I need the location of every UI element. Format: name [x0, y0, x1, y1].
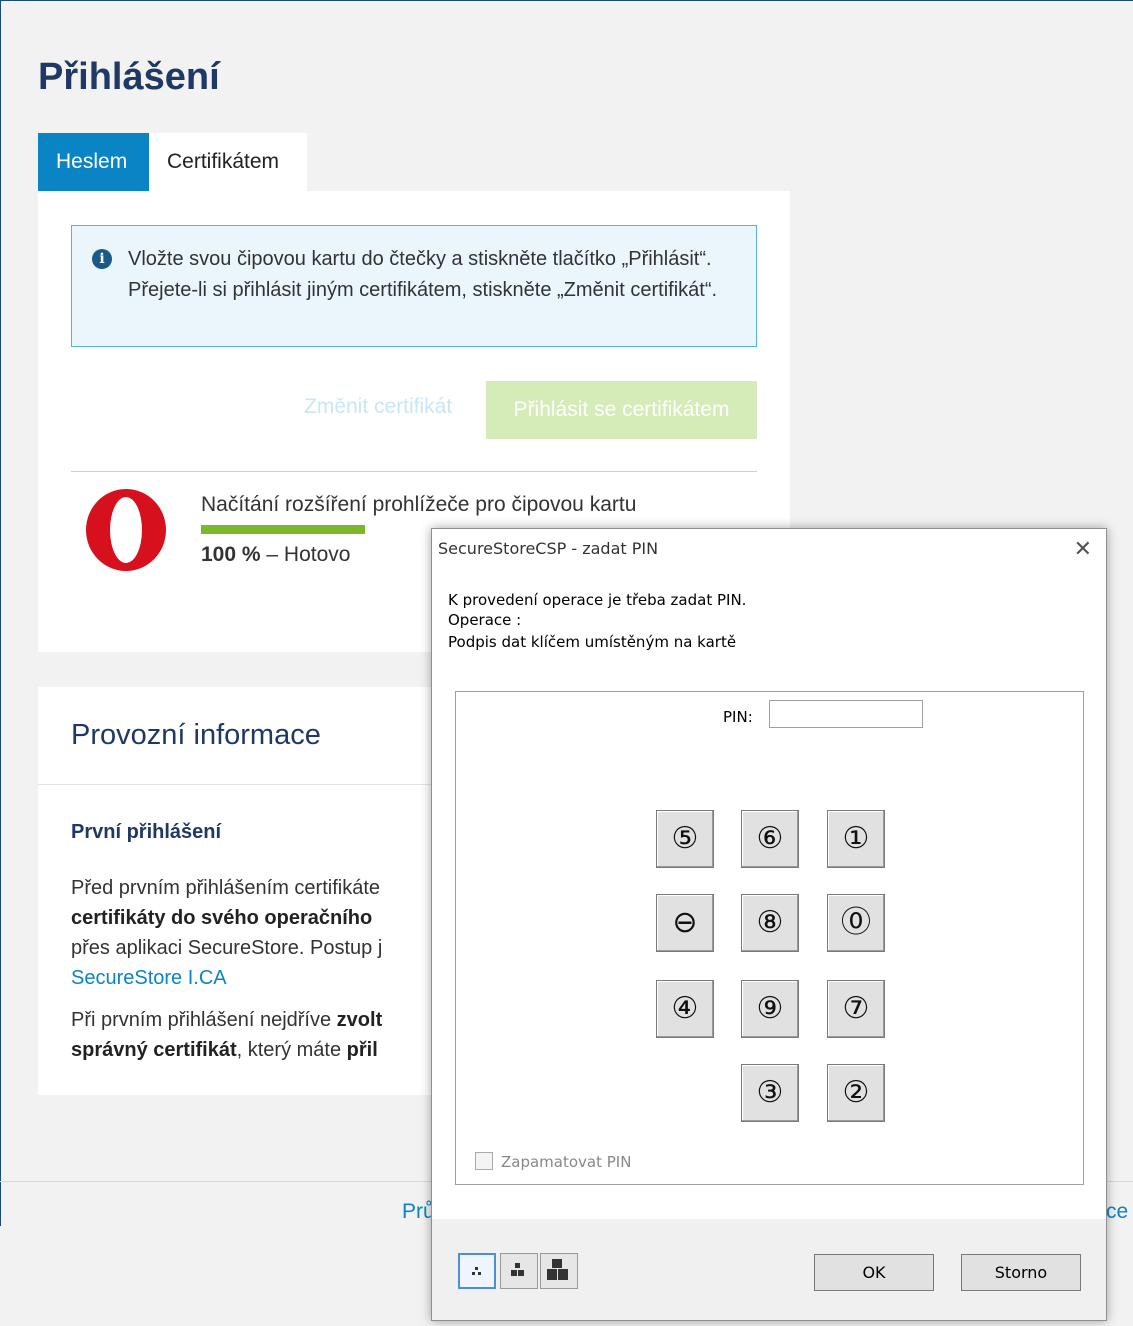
dialog-message-2: Operace :: [448, 611, 522, 629]
cancel-button[interactable]: Storno: [961, 1254, 1081, 1291]
remember-pin-label: Zapamatovat PIN: [501, 1153, 632, 1171]
pin-dialog: SecureStoreCSP - zadat PIN ✕ K provedení…: [431, 528, 1107, 1321]
ok-button[interactable]: OK: [814, 1254, 934, 1291]
close-icon[interactable]: ✕: [1074, 537, 1092, 562]
page-title: Přihlášení: [38, 56, 220, 98]
opera-logo-icon: [86, 489, 166, 571]
pin-input[interactable]: [769, 700, 923, 728]
window-frame-left: [0, 0, 1, 1226]
key-9[interactable]: ⑨: [741, 980, 799, 1038]
remember-pin[interactable]: Zapamatovat PIN: [475, 1152, 631, 1171]
size-large-icon: [547, 1259, 568, 1280]
window-frame-top: [0, 0, 1133, 1]
pin-label: PIN:: [723, 708, 753, 726]
tab-certifikatem[interactable]: Certifikátem: [149, 133, 307, 191]
dialog-message-1: K provedení operace je třeba zadat PIN.: [448, 591, 747, 609]
size-medium-icon: [511, 1263, 524, 1276]
progress-percent: 100 %: [201, 543, 261, 566]
progress-done: Hotovo: [283, 543, 351, 566]
dialog-message-3: Podpis dat klíčem umístěným na kartě: [448, 633, 737, 651]
key-8[interactable]: ⑧: [741, 894, 799, 952]
info-alert: i Vložte svou čipovou kartu do čtečky a …: [71, 225, 757, 347]
key-6[interactable]: ⑥: [741, 810, 799, 868]
para2-text-a: Při prvním přihlášení nejdříve: [71, 1009, 337, 1031]
pin-panel: PIN: ⑤ ⑥ ① ⊖ ⑧ ⓪ ④ ⑨ ⑦ ③ ② Zapamatovat P…: [455, 691, 1084, 1185]
para2-text-c: správný certifikát: [71, 1039, 237, 1061]
para1-text-c: přes aplikaci SecureStore. Postup j: [71, 937, 383, 959]
divider: [71, 471, 757, 472]
key-0[interactable]: ⓪: [827, 894, 885, 952]
para2-text-d: , který máte: [236, 1039, 347, 1061]
info-icon: i: [92, 249, 112, 269]
info-text: Vložte svou čipovou kartu do čtečky a st…: [128, 248, 718, 301]
para2-text-e: přil: [346, 1039, 378, 1061]
backspace-key[interactable]: ⊖: [656, 894, 714, 952]
tab-heslem[interactable]: Heslem: [38, 133, 149, 191]
size-large-button[interactable]: [540, 1253, 578, 1289]
info-card-title: Provozní informace: [71, 719, 321, 751]
progress-bar: [201, 525, 365, 534]
key-2[interactable]: ②: [827, 1064, 885, 1122]
para1-text-a: Před prvním přihlášením certifikáte: [71, 877, 381, 899]
size-medium-button[interactable]: [500, 1253, 538, 1289]
para2-text-b: zvolt: [336, 1009, 383, 1031]
key-7[interactable]: ⑦: [827, 980, 885, 1038]
extension-loading-text: Načítání rozšíření prohlížeče pro čipovo…: [201, 493, 637, 516]
login-certificate-button[interactable]: Přihlásit se certifikátem: [486, 381, 757, 439]
securestore-link[interactable]: SecureStore I.CA: [71, 967, 227, 989]
key-1[interactable]: ①: [827, 810, 885, 868]
key-4[interactable]: ④: [656, 980, 714, 1038]
first-login-heading: První přihlášení: [71, 821, 222, 843]
progress-separator: –: [260, 543, 284, 566]
change-certificate-link[interactable]: Změnit certifikát: [304, 395, 452, 419]
footer-link-left[interactable]: Prů: [402, 1200, 435, 1224]
remember-pin-checkbox[interactable]: [475, 1152, 493, 1170]
dialog-titlebar: SecureStoreCSP - zadat PIN ✕: [432, 529, 1106, 571]
progress-status: 100 % – Hotovo: [201, 543, 350, 567]
key-5[interactable]: ⑤: [656, 810, 714, 868]
key-3[interactable]: ③: [741, 1064, 799, 1122]
dialog-title: SecureStoreCSP - zadat PIN: [438, 539, 659, 558]
size-small-icon: [472, 1267, 481, 1275]
size-small-button[interactable]: [458, 1253, 496, 1289]
para1-text-b: certifikáty do svého operačního: [71, 907, 373, 929]
footer-link-right[interactable]: ce: [1106, 1200, 1128, 1224]
